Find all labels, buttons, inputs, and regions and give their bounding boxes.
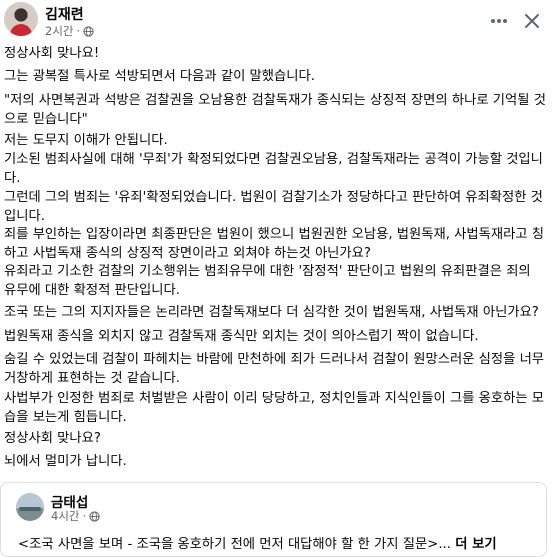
post-paragraph: 유죄라고 기소한 검찰의 기소행위는 범죄유무에 대한 '잠정적' 판단이고 법…: [4, 264, 531, 298]
post-meta: 2시간 ·: [45, 23, 94, 39]
post-paragraph: 사법부가 인정한 범죄로 처벌받은 사람이 이리 당당하고, 정치인들과 지식인…: [4, 391, 545, 425]
globe-icon: [89, 510, 100, 522]
post-header: 김재련 2시간 ·: [4, 2, 548, 40]
close-icon[interactable]: [521, 10, 543, 32]
post-paragraph: 정상사회 맞나요!: [4, 46, 100, 61]
avatar[interactable]: [4, 2, 38, 36]
post-paragraph: 정상사회 맞나요?: [4, 431, 101, 446]
shared-post-meta: 4시간 ·: [51, 508, 100, 524]
post-paragraph: "저의 사면복권과 석방은 검찰권을 오남용한 검찰독재가 종식되는 상징적 장…: [4, 93, 546, 127]
author-name[interactable]: 김재련: [45, 4, 84, 24]
post-paragraph: 뇌에서 멀미가 납니다.: [4, 454, 127, 469]
post-paragraph: 숨길 수 있었는데 검찰이 파헤치는 바람에 만천하에 죄가 드러나서 검찰이 …: [4, 352, 545, 386]
meta-separator: ·: [76, 24, 81, 38]
shared-post-time[interactable]: 4시간: [51, 508, 79, 524]
more-horizontal-icon[interactable]: [488, 11, 510, 31]
post-paragraph: 조국 또는 그의 지지자들은 논리라면 검찰독재보다 더 심각한 것이 법원독재…: [4, 305, 539, 320]
see-more-link[interactable]: 더 보기: [455, 537, 496, 552]
post-time[interactable]: 2시간: [45, 23, 73, 39]
shared-post-card[interactable]: 금태섭 4시간 · <조국 사면을 보며 - 조국을 옹호하기 전에 먼저 대답…: [0, 482, 547, 557]
shared-post-text: <조국 사면을 보며 - 조국을 옹호하기 전에 먼저 대답해야 할 한 가지 …: [18, 533, 497, 552]
avatar-figure: [10, 24, 32, 36]
meta-separator: ·: [82, 509, 87, 523]
post-paragraph: 그는 광복절 특사로 석방되면서 다음과 같이 말했습니다.: [4, 69, 315, 84]
post-paragraph: 저는 도무지 이해가 안됩니다. 기소된 범죄사실에 대해 '무죄'가 확정되었다…: [4, 133, 543, 186]
post: 김재련 2시간 · 정상사회 맞나요! 그는 광복절 특사로 석방되면서 다음과…: [0, 0, 552, 557]
shared-avatar[interactable]: [16, 493, 44, 521]
shared-post-excerpt: <조국 사면을 보며 - 조국을 옹호하기 전에 먼저 대답해야 할 한 가지 …: [18, 537, 452, 552]
globe-icon: [83, 25, 94, 37]
post-paragraph: 법원독재 종식을 외치지 않고 검찰독재 종식만 외치는 것이 의아스럽기 짝이…: [4, 329, 479, 344]
post-paragraph: 죄를 부인하는 입장이라면 최종판단은 법원이 했으니 법원권한 오남용, 법원…: [4, 227, 545, 261]
post-paragraph: 그런데 그의 범죄는 '유죄'확정되었습니다. 법원이 검찰기소가 정당하다고 …: [4, 190, 543, 224]
